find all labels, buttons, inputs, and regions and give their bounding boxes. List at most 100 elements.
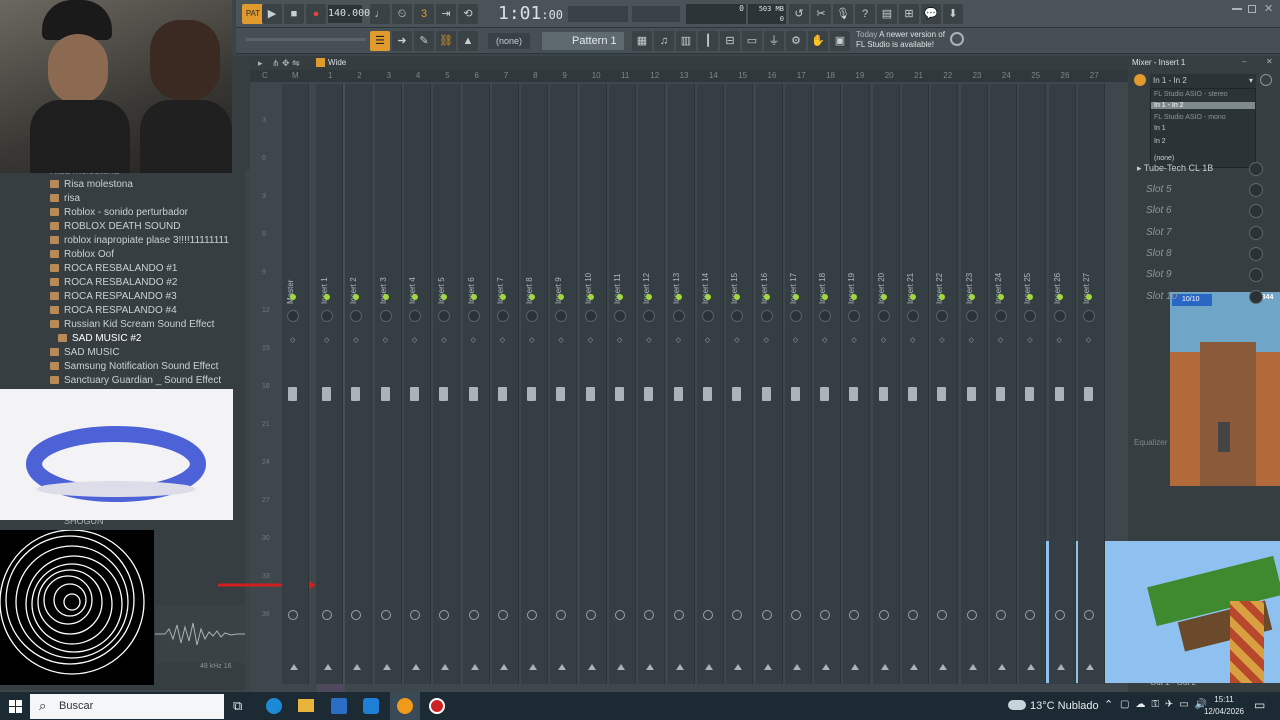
insert-track[interactable]: Insert 14 ◇: [696, 84, 724, 684]
volume-fader[interactable]: [322, 387, 331, 401]
browser-item[interactable]: Samsung Notification Sound Effect: [50, 361, 218, 375]
insert-track[interactable]: Insert 15 ◇: [726, 84, 754, 684]
pan-knob[interactable]: [526, 310, 539, 322]
playlist-view-icon[interactable]: ▦: [632, 31, 652, 51]
route-arrow-icon[interactable]: [617, 664, 625, 670]
pan-knob[interactable]: [1053, 310, 1066, 322]
track-enable-led[interactable]: [617, 294, 623, 300]
wait-input-icon[interactable]: ⏲: [392, 4, 412, 24]
stamp-icon[interactable]: ▲: [458, 31, 478, 51]
volume-fader[interactable]: [966, 387, 976, 401]
volume-fader[interactable]: [820, 387, 830, 401]
pan-knob[interactable]: [819, 310, 832, 322]
browser-item[interactable]: Roblox Oof: [50, 249, 114, 263]
slot-mix-knob[interactable]: [1249, 162, 1263, 176]
send-knob[interactable]: [1054, 610, 1065, 620]
track-enable-led[interactable]: [910, 294, 916, 300]
stop-icon[interactable]: ■: [284, 4, 304, 24]
send-knob[interactable]: [585, 610, 596, 620]
send-knob[interactable]: [439, 610, 450, 620]
browser-icon[interactable]: ⊟: [720, 31, 740, 51]
volume-fader[interactable]: [732, 387, 742, 401]
volume-fader[interactable]: [1054, 387, 1064, 401]
insert-track[interactable]: Insert 26 ◇: [1048, 84, 1076, 684]
insert-track[interactable]: Insert 18 ◇: [814, 84, 842, 684]
track-enable-led[interactable]: [880, 294, 887, 300]
stereo-icon[interactable]: ◇: [471, 336, 476, 344]
stereo-icon[interactable]: ◇: [969, 336, 974, 344]
save-icon[interactable]: ▤: [877, 4, 897, 24]
plugin-icon[interactable]: ⊞: [899, 4, 919, 24]
pan-knob[interactable]: [848, 310, 861, 322]
stereo-icon[interactable]: ◇: [676, 336, 681, 344]
volume-fader[interactable]: [615, 387, 624, 401]
microphone-icon[interactable]: 🎙: [833, 4, 853, 24]
stereo-icon[interactable]: ◇: [588, 336, 593, 344]
empty-slot[interactable]: Slot 10: [1146, 291, 1177, 302]
send-knob[interactable]: [761, 610, 772, 620]
volume-fader[interactable]: [497, 387, 507, 401]
slot-plugin[interactable]: ▸ Tube-Tech CL 1B: [1137, 163, 1213, 174]
stereo-icon[interactable]: ◇: [939, 336, 944, 344]
panel-knob[interactable]: [1260, 74, 1272, 86]
file-icon[interactable]: ▭: [742, 31, 762, 51]
send-knob[interactable]: [995, 610, 1006, 620]
stereo-icon[interactable]: ◇: [734, 336, 739, 344]
route-arrow-icon[interactable]: [997, 664, 1006, 670]
send-knob[interactable]: [527, 610, 538, 620]
task-view-icon[interactable]: ⧉: [233, 698, 242, 714]
loop-record-icon[interactable]: ⟲: [458, 4, 478, 24]
send-knob[interactable]: [615, 610, 625, 620]
browser-item[interactable]: Sanctuary Guardian _ Sound Effect: [50, 375, 221, 389]
browser-item[interactable]: ROCA RESBALANDO #2: [50, 277, 177, 291]
volume-fader[interactable]: [908, 387, 917, 401]
stereo-icon[interactable]: ◇: [412, 336, 417, 344]
insert-track[interactable]: Insert 22 ◇: [931, 84, 959, 684]
slot-mix-knob[interactable]: [1249, 183, 1263, 197]
volume-fader[interactable]: [702, 387, 712, 401]
stereo-icon[interactable]: ◇: [353, 336, 358, 344]
stereo-icon[interactable]: ◇: [500, 336, 505, 344]
track-enable-led[interactable]: [499, 294, 506, 300]
volume-fader[interactable]: [288, 387, 297, 401]
mixer-view-icon[interactable]: [316, 58, 325, 67]
volume-fader[interactable]: [556, 387, 566, 401]
insert-track[interactable]: Insert 1 ◇: [316, 84, 343, 684]
insert-track[interactable]: Insert 23 ◇: [960, 84, 988, 684]
slot-mix-knob[interactable]: [1249, 225, 1263, 240]
mixer-tools-icon[interactable]: ⋔ ✥ ⇋: [272, 58, 300, 69]
browser-item[interactable]: ROCA RESBALANDO #1: [50, 263, 177, 277]
send-knob[interactable]: [409, 610, 420, 620]
browser-item[interactable]: ROCA RESPALANDO #4: [50, 305, 177, 319]
countdown-icon[interactable]: 3: [414, 4, 434, 24]
route-arrow-icon[interactable]: [675, 664, 684, 670]
stereo-icon[interactable]: ◇: [1027, 336, 1032, 344]
send-knob[interactable]: [908, 610, 918, 620]
send-knob[interactable]: [322, 610, 332, 620]
route-arrow-icon[interactable]: [939, 664, 948, 670]
send-knob[interactable]: [351, 610, 362, 620]
route-arrow-icon[interactable]: [587, 664, 596, 670]
dropdown-option-in2[interactable]: In 2: [1154, 138, 1166, 145]
route-arrow-icon[interactable]: [558, 664, 567, 670]
browser-item[interactable]: ROCA RESPALANDO #3: [50, 291, 177, 305]
track-enable-led[interactable]: [968, 294, 975, 300]
volume-fader[interactable]: [351, 387, 361, 401]
fl-studio-taskbar-button[interactable]: [390, 692, 420, 720]
route-arrow-icon[interactable]: [763, 664, 772, 670]
pattern-selector-none[interactable]: (none): [488, 33, 530, 49]
send-knob[interactable]: [878, 610, 889, 620]
route-arrow-icon[interactable]: [382, 664, 391, 670]
pan-knob[interactable]: [672, 310, 685, 322]
stereo-icon[interactable]: ◇: [558, 336, 563, 344]
pan-knob[interactable]: [321, 310, 333, 322]
dropdown-option-in1[interactable]: In 1: [1154, 125, 1166, 132]
pan-knob[interactable]: [936, 310, 949, 322]
notification-icon[interactable]: ▭: [1254, 698, 1265, 712]
volume-fader[interactable]: [878, 387, 888, 401]
stereo-icon[interactable]: ◇: [290, 336, 295, 344]
track-enable-led[interactable]: [411, 294, 418, 300]
insert-track[interactable]: Insert 20 ◇: [872, 84, 900, 684]
send-knob[interactable]: [644, 610, 655, 620]
dial-icon[interactable]: ⚙: [786, 31, 806, 51]
